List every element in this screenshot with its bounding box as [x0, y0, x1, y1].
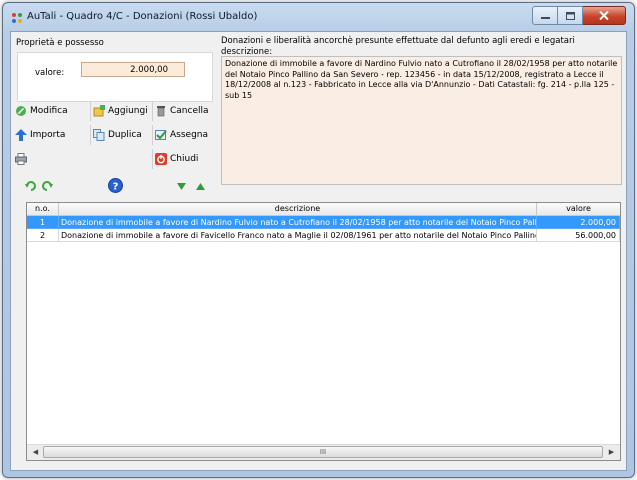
aggiungi-button[interactable]: Aggiungi: [93, 101, 153, 121]
cancella-button[interactable]: Cancella: [155, 101, 215, 121]
maximize-icon: [565, 11, 575, 20]
move-down-icon[interactable]: [177, 183, 186, 190]
window-title: AuTali - Quadro 4/C - Donazioni (Rossi U…: [27, 11, 258, 22]
aggiungi-label: Aggiungi: [108, 106, 148, 116]
app-icon: [12, 13, 22, 23]
close-icon: [155, 153, 167, 165]
trash-icon: [157, 106, 165, 117]
table-row[interactable]: 1 Donazione di immobile a favore di Nard…: [27, 216, 620, 229]
maximize-button[interactable]: [558, 6, 583, 25]
client-area: Proprietà e possesso valore: 2.000,00 Mo…: [10, 31, 627, 471]
scroll-thumb[interactable]: III: [43, 446, 603, 458]
column-header-no[interactable]: n.o.: [27, 203, 59, 215]
modifica-button[interactable]: Modifica: [15, 101, 91, 121]
scroll-left-icon[interactable]: ◀: [28, 447, 43, 458]
print-button[interactable]: [15, 149, 153, 169]
printer-icon: [15, 153, 27, 165]
minimize-icon: [540, 17, 550, 19]
importa-label: Importa: [30, 130, 66, 140]
horizontal-scrollbar[interactable]: ◀ III ▶: [27, 444, 620, 460]
minimize-button[interactable]: [532, 6, 558, 25]
add-icon: [93, 105, 105, 117]
importa-button[interactable]: Importa: [15, 125, 91, 145]
duplica-label: Duplica: [108, 130, 142, 140]
import-arrow-icon: [15, 129, 27, 141]
chiudi-button[interactable]: Chiudi: [155, 149, 215, 169]
undo-icon[interactable]: [25, 181, 37, 191]
valore-input[interactable]: 2.000,00: [81, 62, 185, 77]
row-descrizione: Donazione di immobile a favore di Nardin…: [59, 216, 537, 229]
donazioni-grid[interactable]: n.o. descrizione valore 1 Donazione di i…: [26, 202, 621, 461]
close-x-icon: [599, 11, 609, 20]
grid-header: n.o. descrizione valore: [27, 203, 620, 216]
row-number: 1: [27, 216, 59, 229]
title-bar[interactable]: AuTali - Quadro 4/C - Donazioni (Rossi U…: [3, 3, 634, 31]
column-header-descrizione[interactable]: descrizione: [59, 203, 537, 215]
row-valore: 2.000,00: [537, 216, 620, 229]
column-header-valore[interactable]: valore: [537, 203, 620, 215]
duplica-button[interactable]: Duplica: [93, 125, 153, 145]
cancella-label: Cancella: [170, 106, 209, 116]
assegna-label: Assegna: [170, 130, 209, 140]
row-number: 2: [27, 229, 59, 242]
close-window-button[interactable]: [583, 6, 626, 25]
group-title-donazioni: Donazioni e liberalità ancorchè presunte…: [221, 36, 575, 46]
scroll-right-icon[interactable]: ▶: [604, 447, 619, 458]
assign-icon: [155, 130, 167, 140]
valore-label: valore:: [35, 68, 65, 78]
duplicate-icon: [93, 129, 105, 141]
caption-buttons: [532, 6, 626, 25]
row-descrizione: Donazione di immobile a favore di Favice…: [59, 229, 537, 242]
svg-text:?: ?: [113, 181, 119, 192]
edit-icon: [16, 106, 26, 116]
assegna-button[interactable]: Assegna: [155, 125, 215, 145]
row-valore: 56.000,00: [537, 229, 620, 242]
app-window: AuTali - Quadro 4/C - Donazioni (Rossi U…: [2, 2, 635, 478]
group-title-proprieta: Proprietà e possesso: [16, 38, 104, 48]
modifica-label: Modifica: [30, 106, 68, 116]
chiudi-label: Chiudi: [170, 154, 199, 164]
move-up-icon[interactable]: [196, 183, 205, 190]
table-row[interactable]: 2 Donazione di immobile a favore di Favi…: [27, 229, 620, 242]
help-icon[interactable]: ?: [108, 178, 123, 193]
redo-icon[interactable]: [41, 181, 53, 191]
descrizione-textarea[interactable]: Donazione di immobile a favore di Nardin…: [221, 56, 622, 185]
